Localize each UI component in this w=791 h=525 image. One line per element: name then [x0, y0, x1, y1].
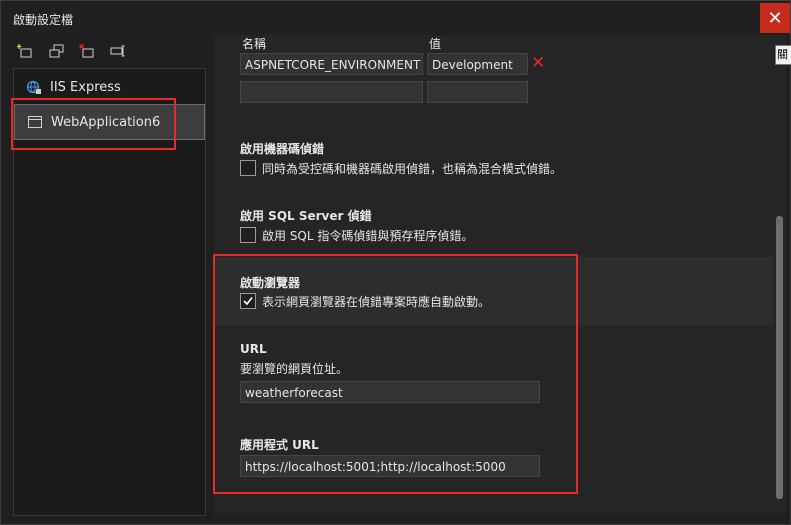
- window-title: 啟動設定檔: [13, 13, 74, 27]
- launch-profiles-window: 啟動設定檔 ✕ IIS Express WebApplication6 名稱 值…: [0, 0, 791, 525]
- env-var-value-field[interactable]: Development: [427, 53, 528, 75]
- rename-profile-button[interactable]: [108, 41, 128, 61]
- native-debug-checkbox[interactable]: [240, 160, 256, 176]
- copy-profile-icon: [49, 44, 64, 58]
- profile-label: IIS Express: [50, 79, 121, 95]
- scrollbar-thumb[interactable]: [776, 216, 783, 499]
- native-debug-description: 同時為受控碼和機器碼啟用偵錯，也稱為混合模式偵錯。: [262, 162, 563, 176]
- close-button[interactable]: ✕: [760, 3, 790, 33]
- sql-debug-description: 啟用 SQL 指令碼偵錯與預存程序偵錯。: [262, 229, 474, 243]
- new-profile-button[interactable]: [15, 41, 35, 61]
- highlight-box-browser-settings: [213, 254, 578, 494]
- env-value-header: 值: [429, 37, 442, 51]
- delete-profile-button[interactable]: [77, 41, 97, 61]
- sql-debug-title: 啟用 SQL Server 偵錯: [240, 209, 372, 223]
- env-var-name-empty-field[interactable]: [240, 81, 423, 103]
- close-tooltip: 關閉: [775, 45, 791, 65]
- title-bar: 啟動設定檔 ✕: [1, 1, 790, 35]
- highlight-box-profile: [11, 98, 176, 150]
- profile-toolbar: [15, 41, 128, 61]
- env-var-value-empty-field[interactable]: [427, 81, 528, 103]
- delete-env-var-icon[interactable]: ✕: [531, 53, 545, 73]
- close-icon: ✕: [767, 7, 783, 29]
- delete-profile-icon: [79, 44, 94, 58]
- rename-profile-icon: [110, 45, 125, 57]
- globe-icon: [26, 79, 42, 95]
- env-var-name-field[interactable]: ASPNETCORE_ENVIRONMENT: [240, 53, 423, 75]
- env-name-header: 名稱: [242, 37, 267, 51]
- new-profile-icon: [17, 44, 32, 58]
- native-debug-title: 啟用機器碼偵錯: [240, 142, 325, 156]
- copy-profile-button[interactable]: [46, 41, 66, 61]
- sql-debug-checkbox[interactable]: [240, 227, 256, 243]
